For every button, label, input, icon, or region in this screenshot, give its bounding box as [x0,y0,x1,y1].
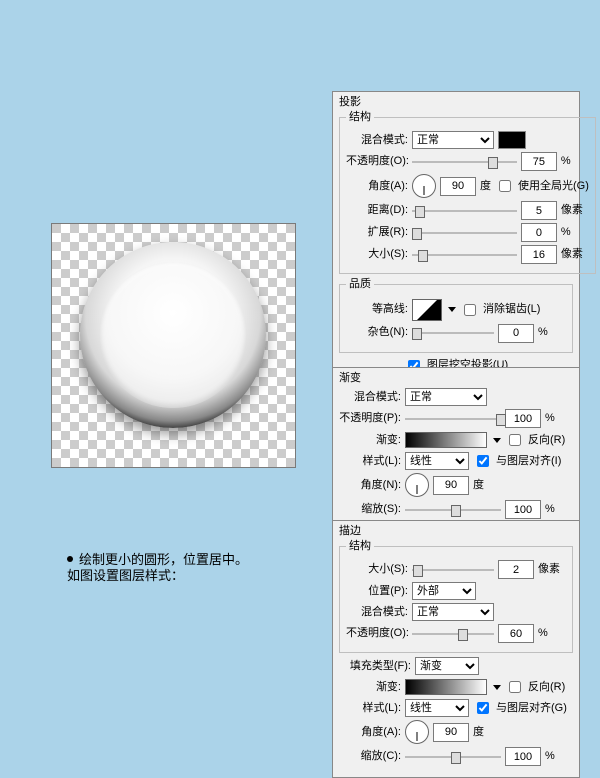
noise-slider[interactable] [412,326,494,340]
style-select[interactable]: 线性 [405,699,469,717]
panel-title: 投影 [339,96,573,109]
structure-group: 结构 大小(S): 像素 位置(P): 外部 混合模式: 正常 不透明度(O):… [339,540,573,653]
distance-slider[interactable] [412,204,517,218]
align-checkbox[interactable] [477,702,489,714]
antialias-checkbox[interactable] [464,304,476,316]
angle-input[interactable] [433,476,469,495]
global-light-checkbox[interactable] [499,180,511,192]
scale-input[interactable] [505,500,541,519]
spread-slider[interactable] [412,226,517,240]
gradient-picker[interactable] [405,679,487,695]
spread-input[interactable] [521,223,557,242]
quality-group: 品质 等高线: 消除锯齿(L) 杂色(N): % [339,278,573,352]
opacity-input[interactable] [498,624,534,643]
size-slider[interactable] [412,248,517,262]
angle-input[interactable] [433,723,469,742]
opacity-input[interactable] [521,152,557,171]
color-swatch[interactable] [498,131,526,149]
gradient-overlay-panel: 渐变 混合模式: 正常 不透明度(P): % 渐变: 反向(R) 样式(L): … [332,367,580,531]
opacity-slider[interactable] [412,155,517,169]
preview-canvas [51,223,296,468]
scale-slider[interactable] [405,750,501,764]
size-input[interactable] [498,560,534,579]
scale-slider[interactable] [405,503,501,517]
size-slider[interactable] [412,563,494,577]
reverse-checkbox[interactable] [509,681,521,693]
panel-title: 渐变 [339,372,573,385]
chevron-down-icon[interactable] [493,685,501,690]
angle-dial[interactable] [405,473,429,497]
chevron-down-icon[interactable] [448,307,456,312]
angle-input[interactable] [440,177,476,196]
circle-shape [80,242,266,428]
position-select[interactable]: 外部 [412,582,476,600]
distance-input[interactable] [521,201,557,220]
angle-dial[interactable] [412,174,436,198]
chevron-down-icon[interactable] [493,438,501,443]
blend-mode-select[interactable]: 正常 [405,388,487,406]
reverse-checkbox[interactable] [509,434,521,446]
bullet-icon [67,556,73,562]
drop-shadow-panel: 投影 结构 混合模式: 正常 不透明度(O): % 角度(A): 度 使用全局光… [332,91,580,387]
panel-title: 描边 [339,525,573,538]
blend-mode-select[interactable]: 正常 [412,131,494,149]
fill-type-select[interactable]: 渐变 [415,657,479,675]
opacity-slider[interactable] [412,627,494,641]
gradient-picker[interactable] [405,432,487,448]
opacity-slider[interactable] [405,412,501,426]
angle-dial[interactable] [405,720,429,744]
stroke-panel: 描边 结构 大小(S): 像素 位置(P): 外部 混合模式: 正常 不透明度(… [332,520,580,778]
contour-picker[interactable] [412,299,442,321]
style-select[interactable]: 线性 [405,452,469,470]
opacity-input[interactable] [505,409,541,428]
size-input[interactable] [521,245,557,264]
instruction-text: 绘制更小的圆形，位置居中。 如图设置图层样式： [67,552,248,583]
noise-input[interactable] [498,324,534,343]
scale-input[interactable] [505,747,541,766]
blend-mode-select[interactable]: 正常 [412,603,494,621]
structure-group: 结构 混合模式: 正常 不透明度(O): % 角度(A): 度 使用全局光(G)… [339,111,596,274]
align-checkbox[interactable] [477,455,489,467]
